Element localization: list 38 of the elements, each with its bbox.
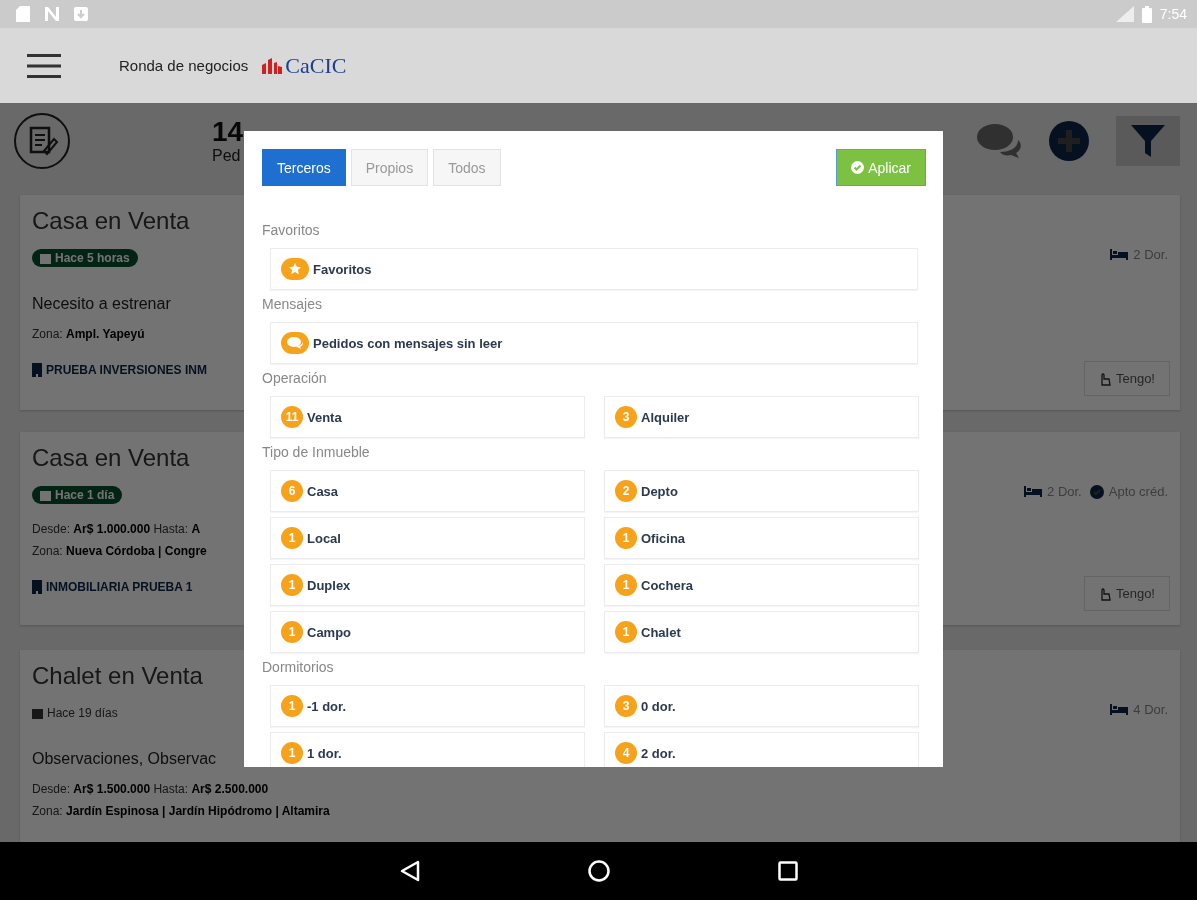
card-title: Casa en Venta	[32, 444, 190, 472]
date-text: Hace 1 día	[55, 488, 115, 502]
date-text: Hace 5 horas	[55, 251, 130, 265]
card-detail: Zona: Ampl. Yapeyú	[32, 327, 145, 341]
count-badge: 3	[615, 695, 637, 717]
count-badge: 11	[281, 406, 303, 428]
count-badge: 1	[281, 621, 303, 643]
count-badge: 1	[615, 621, 637, 643]
section-title: Tipo de Inmueble	[262, 443, 371, 461]
count-badge: 3	[615, 406, 637, 428]
order-count: 14	[212, 117, 244, 146]
card-detail: Desde: Ar$ 1.500.000 Hasta: Ar$ 2.500.000	[32, 782, 269, 796]
card-description: Observaciones, Observac	[32, 750, 217, 768]
count-badge: 1	[281, 574, 303, 596]
count-badge: 1	[615, 574, 637, 596]
card-detail: Desde: Ar$ 1.000.000 Hasta: A	[32, 522, 201, 536]
section-title: Favoritos	[262, 221, 321, 239]
card-title: Casa en Venta	[32, 207, 190, 235]
card-detail: Zona: Jardín Espinosa | Jardín Hipódromo | Altamira	[32, 804, 330, 818]
order-count-label: Ped	[212, 147, 242, 164]
card-detail: Zona: Nueva Córdoba | Congre	[32, 544, 207, 558]
card-title: Chalet en Venta	[32, 662, 203, 690]
section-title: Mensajes	[262, 295, 323, 313]
agency-name: INMOBILIARIA PRUEBA 1	[46, 580, 193, 594]
count-badge: 1	[615, 527, 637, 549]
count-badge: 1	[281, 742, 303, 764]
app-title: Ronda de negocios	[119, 57, 249, 74]
count-badge: 4	[615, 742, 637, 764]
count-badge: 2	[615, 480, 637, 502]
date-text: Hace 19 días	[47, 706, 118, 720]
section-title: Operación	[262, 369, 328, 387]
brand-name: CaCIC	[285, 52, 347, 79]
count-badge: 1	[281, 695, 303, 717]
count-badge: 1	[281, 527, 303, 549]
count-badge: 6	[281, 480, 303, 502]
card-description: Necesito a estrenar	[32, 295, 171, 313]
agency-name: PRUEBA INVERSIONES INM	[46, 363, 207, 377]
section-title: Dormitorios	[262, 658, 335, 676]
